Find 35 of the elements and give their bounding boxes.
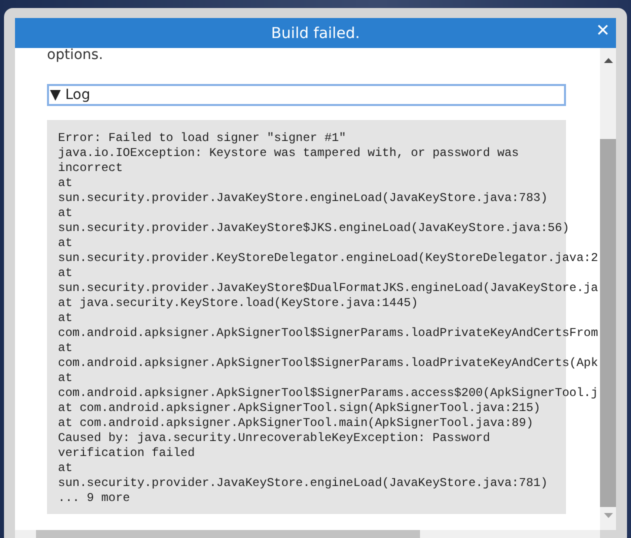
scroll-down-icon[interactable] xyxy=(604,513,612,518)
log-toggle[interactable]: ▼ Log xyxy=(47,84,566,106)
log-line: at xyxy=(58,236,72,251)
log-line: java.io.IOException: Keystore was tampered with, or password was xyxy=(58,146,519,161)
log-line: verification failed xyxy=(58,446,195,461)
log-line: at java.security.KeyStore.load(KeyStore.java:1445) xyxy=(58,296,418,311)
log-line: at xyxy=(58,266,72,281)
intro-text: options. xyxy=(47,48,104,62)
log-line: Error: Failed to load signer "signer #1" xyxy=(58,131,346,146)
log-line: com.android.apksigner.ApkSignerTool$SignerParams.loadPrivateKeyAndCertsFrom xyxy=(58,326,598,341)
log-line: at xyxy=(58,371,72,386)
log-line: com.android.apksigner.ApkSignerTool$SignerParams.loadPrivateKeyAndCerts(Apk xyxy=(58,356,598,371)
close-button[interactable]: ✕ xyxy=(594,21,612,41)
log-line: at xyxy=(58,461,72,476)
log-line: at com.android.apksigner.ApkSignerTool.sign(ApkSignerTool.java:215) xyxy=(58,401,540,416)
log-line: at xyxy=(58,206,72,221)
log-line: at xyxy=(58,176,72,191)
scroll-up-icon[interactable] xyxy=(604,58,612,63)
log-line: at xyxy=(58,341,72,356)
log-line: Caused by: java.security.UnrecoverableKeyException: Password xyxy=(58,431,490,446)
vertical-scrollbar[interactable] xyxy=(600,48,616,530)
log-line: sun.security.provider.JavaKeyStore.engineLoad(JavaKeyStore.java:783) xyxy=(58,191,548,206)
log-line: sun.security.provider.JavaKeyStore$JKS.engineLoad(JavaKeyStore.java:56) xyxy=(58,221,570,236)
log-line: at com.android.apksigner.ApkSignerTool.main(ApkSignerTool.java:89) xyxy=(58,416,534,431)
scrollbar-thumb[interactable] xyxy=(36,530,420,538)
log-line: at xyxy=(58,311,72,326)
scrollbar-thumb[interactable] xyxy=(600,139,616,507)
log-line: sun.security.provider.KeyStoreDelegator.engineLoad(KeyStoreDelegator.java:2 xyxy=(58,251,598,266)
log-line: sun.security.provider.JavaKeyStore$DualFormatJKS.engineLoad(JavaKeyStore.ja xyxy=(58,281,598,296)
log-line: com.android.apksigner.ApkSignerTool$SignerParams.access$200(ApkSignerTool.j xyxy=(58,386,598,401)
log-line: ... 9 more xyxy=(58,491,130,506)
log-line: sun.security.provider.JavaKeyStore.engineLoad(JavaKeyStore.java:781) xyxy=(58,476,548,491)
log-line: incorrect xyxy=(58,161,123,176)
window-title: Build failed. xyxy=(271,24,360,42)
horizontal-scrollbar[interactable] xyxy=(15,530,600,538)
